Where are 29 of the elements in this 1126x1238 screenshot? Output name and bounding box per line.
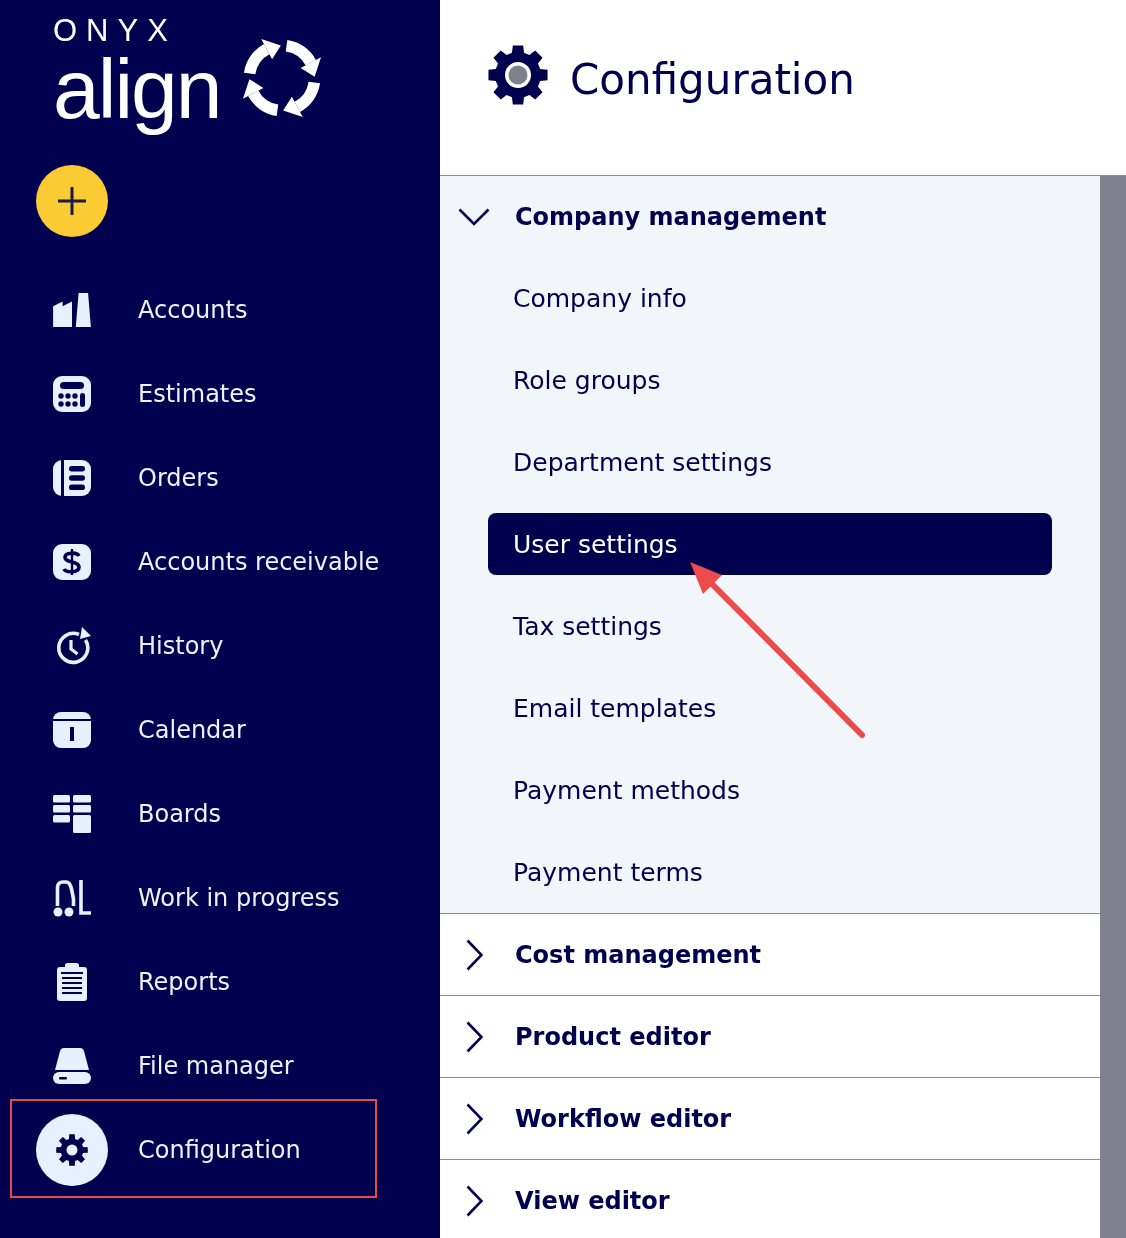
menu-item[interactable]: User settings (488, 513, 1052, 575)
menu-item[interactable]: Tax settings (488, 595, 1052, 657)
nav-item[interactable]: Configuration (0, 1108, 440, 1192)
nav-item[interactable]: History (0, 604, 440, 688)
nav-item[interactable]: Accounts receivable (0, 520, 440, 604)
page-title: Configuration (570, 54, 855, 106)
nav-item[interactable]: File manager (0, 1024, 440, 1108)
nav-item[interactable]: Estimates (0, 352, 440, 436)
section-header[interactable]: View editor (440, 1160, 1100, 1238)
nav-item[interactable]: Orders (0, 436, 440, 520)
menu-item[interactable]: Department settings (488, 431, 1052, 493)
section-header[interactable]: Workflow editor (440, 1078, 1100, 1159)
nav-item[interactable]: Work in progress (0, 856, 440, 940)
nav-item[interactable]: Boards (0, 772, 440, 856)
menu-item[interactable]: Company info (488, 267, 1052, 329)
plus-icon (58, 187, 86, 215)
menu-item[interactable]: Role groups (488, 349, 1052, 411)
nav-item[interactable]: Calendar (0, 688, 440, 772)
section-header[interactable]: Cost management (440, 914, 1100, 995)
menu-item[interactable]: Payment terms (488, 841, 1052, 903)
nav-item[interactable]: Reports (0, 940, 440, 1024)
scrollbar[interactable] (1100, 176, 1126, 1238)
section-header[interactable]: Product editor (440, 996, 1100, 1077)
logo-brand: ONYX (53, 16, 177, 46)
menu-item[interactable]: Payment methods (488, 759, 1052, 821)
menu-item[interactable]: Email templates (488, 677, 1052, 739)
nav-item[interactable]: Accounts (0, 268, 440, 352)
section-header[interactable]: Company management (440, 176, 1100, 257)
gear-icon (488, 45, 548, 105)
